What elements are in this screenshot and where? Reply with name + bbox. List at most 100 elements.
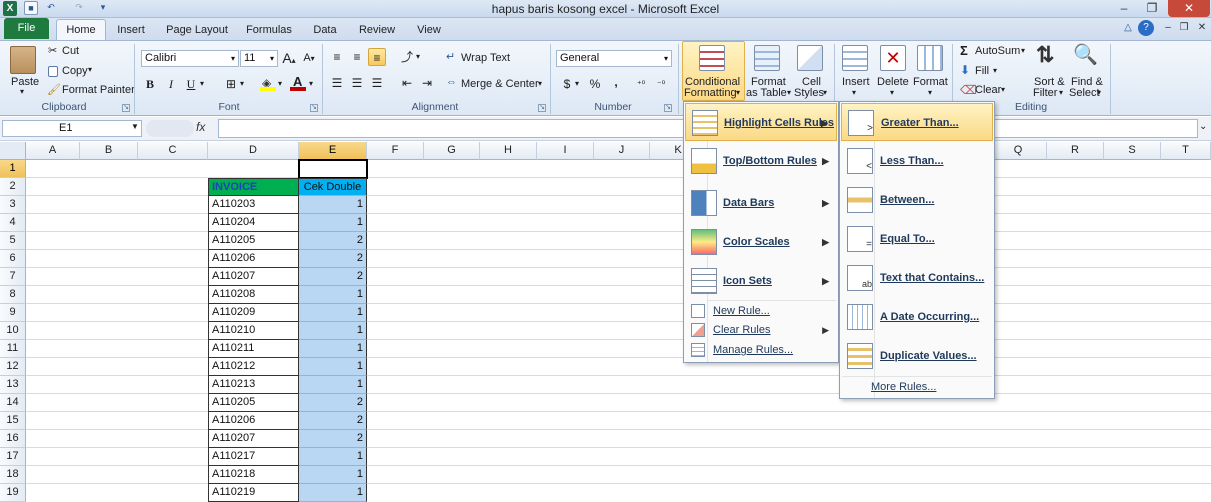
invoice-cell[interactable]: A110210 bbox=[208, 322, 299, 340]
row-header-5[interactable]: 5 bbox=[0, 232, 26, 250]
align-right-icon[interactable]: ☰ bbox=[368, 74, 386, 92]
invoice-cell[interactable]: A110204 bbox=[208, 214, 299, 232]
formula-bar-splitter[interactable] bbox=[146, 120, 194, 137]
row-header-4[interactable]: 4 bbox=[0, 214, 26, 232]
cek-double-cell[interactable]: 2 bbox=[299, 268, 367, 286]
format-painter-button[interactable]: Format Painter bbox=[62, 84, 135, 96]
row-header-12[interactable]: 12 bbox=[0, 358, 26, 376]
menu-new-rule[interactable]: New Rule... bbox=[685, 302, 837, 321]
format-cells-dropdown-icon[interactable]: ▾ bbox=[928, 88, 932, 97]
currency-button[interactable]: $ bbox=[558, 75, 576, 93]
grow-font-button[interactable]: A▴ bbox=[280, 49, 298, 67]
bold-button[interactable]: B bbox=[141, 75, 159, 93]
italic-button[interactable]: I bbox=[162, 75, 180, 93]
menu-icon-sets[interactable]: Icon Sets ▶ bbox=[685, 262, 837, 300]
cut-button[interactable]: Cut bbox=[62, 45, 79, 57]
cell-styles-button-2[interactable]: Styles bbox=[794, 87, 824, 99]
column-header-h[interactable]: H bbox=[480, 142, 537, 160]
copy-dropdown-icon[interactable]: ▾ bbox=[88, 65, 92, 74]
cek-double-cell[interactable]: 1 bbox=[299, 304, 367, 322]
align-center-icon[interactable]: ☰ bbox=[348, 74, 366, 92]
header-cek-double[interactable]: Cek Double bbox=[299, 178, 367, 196]
paste-button[interactable]: Paste bbox=[11, 76, 39, 88]
submenu-equal-to[interactable]: = Equal To... bbox=[841, 220, 993, 258]
delete-cells-dropdown-icon[interactable]: ▾ bbox=[890, 88, 894, 97]
format-as-table-dropdown-icon[interactable]: ▾ bbox=[787, 88, 791, 97]
column-header-j[interactable]: J bbox=[594, 142, 650, 160]
invoice-cell[interactable]: A110207 bbox=[208, 430, 299, 448]
merge-center-dropdown-icon[interactable]: ▾ bbox=[538, 79, 542, 88]
help-icon[interactable]: ? bbox=[1138, 20, 1154, 36]
format-cells-button[interactable]: Format bbox=[913, 76, 948, 88]
column-header-b[interactable]: B bbox=[80, 142, 138, 160]
row-header-11[interactable]: 11 bbox=[0, 340, 26, 358]
cek-double-cell[interactable]: 1 bbox=[299, 322, 367, 340]
column-header-d[interactable]: D bbox=[208, 142, 299, 160]
column-header-r[interactable]: R bbox=[1047, 142, 1104, 160]
submenu-duplicate-values[interactable]: Duplicate Values... bbox=[841, 337, 993, 375]
menu-data-bars[interactable]: Data Bars ▶ bbox=[685, 184, 837, 222]
column-header-e[interactable]: E bbox=[299, 142, 367, 160]
sort-filter-dropdown-icon[interactable]: ▾ bbox=[1059, 88, 1063, 97]
copy-button[interactable]: Copy bbox=[62, 65, 88, 77]
workbook-close-icon[interactable]: ✕ bbox=[1194, 20, 1210, 36]
orientation-icon[interactable]: ⤴ bbox=[398, 48, 416, 66]
row-header-13[interactable]: 13 bbox=[0, 376, 26, 394]
invoice-cell[interactable]: A110218 bbox=[208, 466, 299, 484]
active-cell-e1[interactable] bbox=[298, 159, 368, 179]
row-header-17[interactable]: 17 bbox=[0, 448, 26, 466]
sort-filter-button-2[interactable]: Filter bbox=[1033, 87, 1057, 99]
invoice-cell[interactable]: A110208 bbox=[208, 286, 299, 304]
column-header-c[interactable]: C bbox=[138, 142, 208, 160]
merge-center-button[interactable]: Merge & Center bbox=[461, 78, 539, 90]
cek-double-cell[interactable]: 1 bbox=[299, 376, 367, 394]
tab-data[interactable]: Data bbox=[310, 21, 340, 39]
currency-dropdown-icon[interactable]: ▾ bbox=[575, 79, 579, 88]
row-header-18[interactable]: 18 bbox=[0, 466, 26, 484]
cek-double-cell[interactable]: 2 bbox=[299, 394, 367, 412]
tab-page-layout[interactable]: Page Layout bbox=[164, 21, 230, 39]
submenu-greater-than[interactable]: > Greater Than... bbox=[841, 103, 993, 141]
column-header-i[interactable]: I bbox=[537, 142, 594, 160]
cek-double-cell[interactable]: 2 bbox=[299, 430, 367, 448]
column-header-s[interactable]: S bbox=[1104, 142, 1161, 160]
cek-double-cell[interactable]: 1 bbox=[299, 340, 367, 358]
row-header-16[interactable]: 16 bbox=[0, 430, 26, 448]
format-cells-icon[interactable] bbox=[917, 45, 943, 71]
delete-cells-button[interactable]: Delete bbox=[877, 76, 909, 88]
submenu-text-contains[interactable]: ab Text that Contains... bbox=[841, 259, 993, 297]
clear-button[interactable]: Clear bbox=[975, 84, 1001, 96]
invoice-cell[interactable]: A110213 bbox=[208, 376, 299, 394]
insert-cells-button[interactable]: Insert bbox=[842, 76, 870, 88]
increase-decimal-icon[interactable]: ⁺⁰ bbox=[632, 75, 650, 93]
row-header-9[interactable]: 9 bbox=[0, 304, 26, 322]
invoice-cell[interactable]: A110212 bbox=[208, 358, 299, 376]
invoice-cell[interactable]: A110211 bbox=[208, 340, 299, 358]
row-header-8[interactable]: 8 bbox=[0, 286, 26, 304]
find-select-button-2[interactable]: Select bbox=[1069, 87, 1100, 99]
number-launcher-icon[interactable]: ↘ bbox=[664, 104, 672, 112]
find-select-icon[interactable]: 🔍 bbox=[1073, 42, 1098, 67]
font-color-dropdown-icon[interactable]: ▾ bbox=[309, 79, 313, 88]
increase-indent-icon[interactable]: ⇥ bbox=[418, 74, 436, 92]
format-as-table-button-2[interactable]: as Table bbox=[746, 87, 787, 99]
column-header-f[interactable]: F bbox=[367, 142, 424, 160]
invoice-cell[interactable]: A110209 bbox=[208, 304, 299, 322]
worksheet-grid[interactable] bbox=[0, 142, 1211, 499]
percent-button[interactable]: % bbox=[586, 75, 604, 93]
header-invoice[interactable]: INVOICE bbox=[208, 178, 299, 196]
menu-top-bottom-rules[interactable]: Top/Bottom Rules ▶ bbox=[685, 142, 837, 180]
borders-dropdown-icon[interactable]: ▾ bbox=[240, 79, 244, 88]
shrink-font-button[interactable]: A▾ bbox=[300, 49, 318, 67]
top-align-icon[interactable]: ≡ bbox=[328, 48, 346, 66]
font-name-select[interactable]: Calibri ▾ bbox=[141, 50, 239, 67]
align-left-icon[interactable]: ☰ bbox=[328, 74, 346, 92]
cek-double-cell[interactable]: 2 bbox=[299, 232, 367, 250]
menu-color-scales[interactable]: Color Scales ▶ bbox=[685, 223, 837, 261]
alignment-launcher-icon[interactable]: ↘ bbox=[538, 104, 546, 112]
cek-double-cell[interactable]: 1 bbox=[299, 196, 367, 214]
row-header-2[interactable]: 2 bbox=[0, 178, 26, 196]
row-header-19[interactable]: 19 bbox=[0, 484, 26, 502]
minimize-button[interactable]: – bbox=[1110, 0, 1138, 17]
invoice-cell[interactable]: A110206 bbox=[208, 250, 299, 268]
